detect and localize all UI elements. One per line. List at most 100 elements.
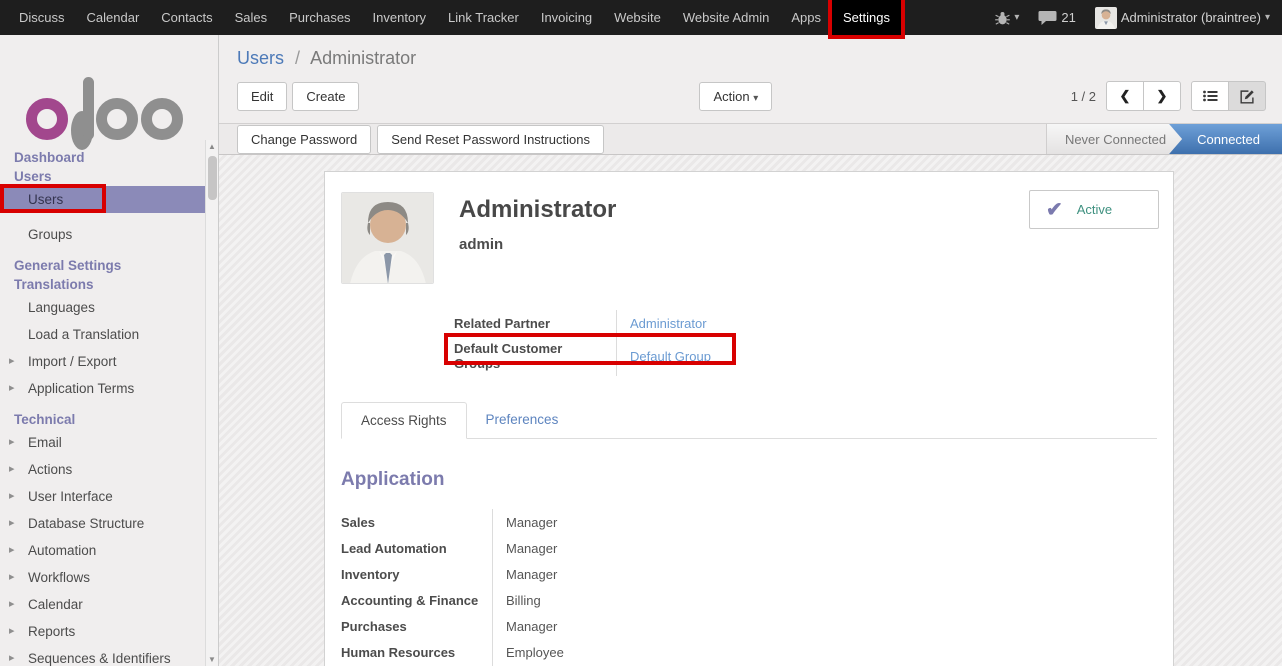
table-row: Purchases Manager	[341, 613, 1157, 639]
action-dropdown-button[interactable]: Action ▾	[699, 82, 772, 111]
sidebar-item-reports[interactable]: ▸ Reports	[0, 618, 218, 645]
breadcrumb-current: Administrator	[310, 48, 416, 68]
breadcrumb-users-link[interactable]: Users	[237, 48, 284, 68]
main-panel: Users / Administrator Edit Create Action…	[219, 35, 1282, 666]
user-photo[interactable]	[341, 192, 434, 284]
expand-caret-icon: ▸	[9, 381, 15, 394]
nav-invoicing[interactable]: Invoicing	[530, 0, 603, 35]
sidebar-item-user-interface[interactable]: ▸ User Interface	[0, 483, 218, 510]
sidebar-heading-technical[interactable]: Technical	[0, 410, 218, 429]
active-label: Active	[1077, 202, 1112, 217]
table-row: Inventory Manager	[341, 561, 1157, 587]
sidebar-heading-general-settings[interactable]: General Settings	[0, 256, 218, 275]
nav-website-admin[interactable]: Website Admin	[672, 0, 780, 35]
statusbar: Change Password Send Reset Password Inst…	[219, 123, 1282, 155]
sidebar-heading-dashboard[interactable]: Dashboard	[0, 148, 218, 167]
tab-access-rights[interactable]: Access Rights	[341, 402, 467, 439]
user-menu[interactable]: Administrator (braintree) ▾	[1089, 7, 1276, 29]
send-reset-password-button[interactable]: Send Reset Password Instructions	[377, 125, 604, 154]
expand-caret-icon: ▸	[9, 624, 15, 637]
odoo-app-window: Discuss Calendar Contacts Sales Purchase…	[0, 0, 1282, 666]
list-view-button[interactable]	[1191, 81, 1229, 111]
sidebar-item-users[interactable]: Users	[0, 186, 218, 213]
scrollbar-thumb[interactable]	[208, 156, 217, 200]
tab-preferences[interactable]: Preferences	[467, 402, 578, 438]
sidebar-item-groups[interactable]: Groups	[0, 221, 218, 248]
status-never-connected[interactable]: Never Connected	[1046, 124, 1182, 154]
field-related-partner: Related Partner Administrator	[454, 310, 1157, 336]
field-default-customer-groups: Default Customer Groups Default Group	[454, 336, 1157, 376]
caret-down-icon: ▾	[1014, 12, 1019, 23]
bug-icon	[995, 11, 1010, 25]
active-toggle[interactable]: ✔ Active	[1029, 190, 1159, 229]
logo-letter-o1	[26, 98, 68, 140]
nav-contacts[interactable]: Contacts	[150, 0, 223, 35]
field-label: Default Customer Groups	[454, 336, 617, 376]
create-button[interactable]: Create	[292, 82, 359, 111]
table-row: Human Resources Employee	[341, 639, 1157, 665]
sidebar-item-email[interactable]: ▸ Email	[0, 429, 218, 456]
expand-caret-icon: ▸	[9, 462, 15, 475]
sidebar-item-calendar[interactable]: ▸ Calendar	[0, 591, 218, 618]
change-password-button[interactable]: Change Password	[237, 125, 371, 154]
scroll-up-icon[interactable]: ▲	[206, 140, 218, 153]
user-login: admin	[459, 236, 616, 253]
edit-button[interactable]: Edit	[237, 82, 287, 111]
expand-caret-icon: ▸	[9, 543, 15, 556]
list-view-icon	[1203, 90, 1218, 102]
pager-next-button[interactable]: ❯	[1143, 81, 1181, 111]
expand-caret-icon: ▸	[9, 651, 15, 664]
user-name-title: Administrator	[459, 196, 616, 224]
nav-settings[interactable]: Settings	[832, 0, 901, 35]
user-avatar	[1095, 7, 1117, 29]
scroll-down-icon[interactable]: ▼	[206, 653, 218, 666]
breadcrumb: Users / Administrator	[219, 35, 1282, 73]
status-connected[interactable]: Connected	[1169, 124, 1282, 154]
expand-caret-icon: ▸	[9, 570, 15, 583]
sidebar-item-users-label: Users	[28, 192, 63, 207]
breadcrumb-separator: /	[289, 48, 306, 68]
nav-discuss[interactable]: Discuss	[8, 0, 76, 35]
nav-website[interactable]: Website	[603, 0, 672, 35]
nav-apps[interactable]: Apps	[780, 0, 832, 35]
pager-count: 1 / 2	[1071, 89, 1096, 104]
nav-link-tracker[interactable]: Link Tracker	[437, 0, 530, 35]
sidebar-heading-users[interactable]: Users	[0, 167, 218, 186]
nav-purchases[interactable]: Purchases	[278, 0, 361, 35]
sidebar-item-import-export[interactable]: ▸ Import / Export	[0, 348, 218, 375]
control-toolbar: Edit Create Action ▾ 1 / 2 ❮ ❯	[219, 73, 1282, 123]
top-navigation-bar: Discuss Calendar Contacts Sales Purchase…	[0, 0, 1282, 35]
settings-sidebar: Dashboard Users Users Groups General Set…	[0, 35, 219, 666]
logo-letter-d	[71, 122, 93, 140]
nav-inventory[interactable]: Inventory	[362, 0, 437, 35]
sidebar-item-automation[interactable]: ▸ Automation	[0, 537, 218, 564]
nav-sales[interactable]: Sales	[224, 0, 279, 35]
odoo-logo	[0, 35, 218, 140]
nav-calendar[interactable]: Calendar	[76, 0, 151, 35]
application-section-title: Application	[341, 469, 1157, 491]
sidebar-item-workflows[interactable]: ▸ Workflows	[0, 564, 218, 591]
pager-previous-button[interactable]: ❮	[1106, 81, 1144, 111]
table-row: Lead Automation Manager	[341, 535, 1157, 561]
messages-menu[interactable]: 21	[1032, 10, 1081, 26]
default-group-link[interactable]: Default Group	[617, 349, 711, 364]
expand-caret-icon: ▸	[9, 597, 15, 610]
caret-down-icon: ▾	[1265, 12, 1270, 23]
related-partner-link[interactable]: Administrator	[617, 316, 707, 331]
sidebar-item-sequences-identifiers[interactable]: ▸ Sequences & Identifiers	[0, 645, 218, 666]
notebook-tabs: Access Rights Preferences	[341, 402, 1157, 439]
sidebar-item-application-terms[interactable]: ▸ Application Terms	[0, 375, 218, 402]
debug-menu[interactable]: ▾	[989, 11, 1025, 25]
logo-letter-o3	[141, 98, 183, 140]
table-row: Sales Manager	[341, 509, 1157, 535]
sidebar-item-languages[interactable]: Languages	[0, 294, 218, 321]
user-name-label: Administrator (braintree)	[1121, 10, 1261, 25]
sidebar-item-database-structure[interactable]: ▸ Database Structure	[0, 510, 218, 537]
form-view-button[interactable]	[1228, 81, 1266, 111]
sidebar-item-load-a-translation[interactable]: Load a Translation	[0, 321, 218, 348]
expand-caret-icon: ▸	[9, 516, 15, 529]
sidebar-scrollbar[interactable]: ▲ ▼	[205, 140, 218, 666]
sidebar-heading-translations[interactable]: Translations	[0, 275, 218, 294]
status-states: Never Connected Connected	[1046, 124, 1282, 154]
sidebar-item-actions[interactable]: ▸ Actions	[0, 456, 218, 483]
